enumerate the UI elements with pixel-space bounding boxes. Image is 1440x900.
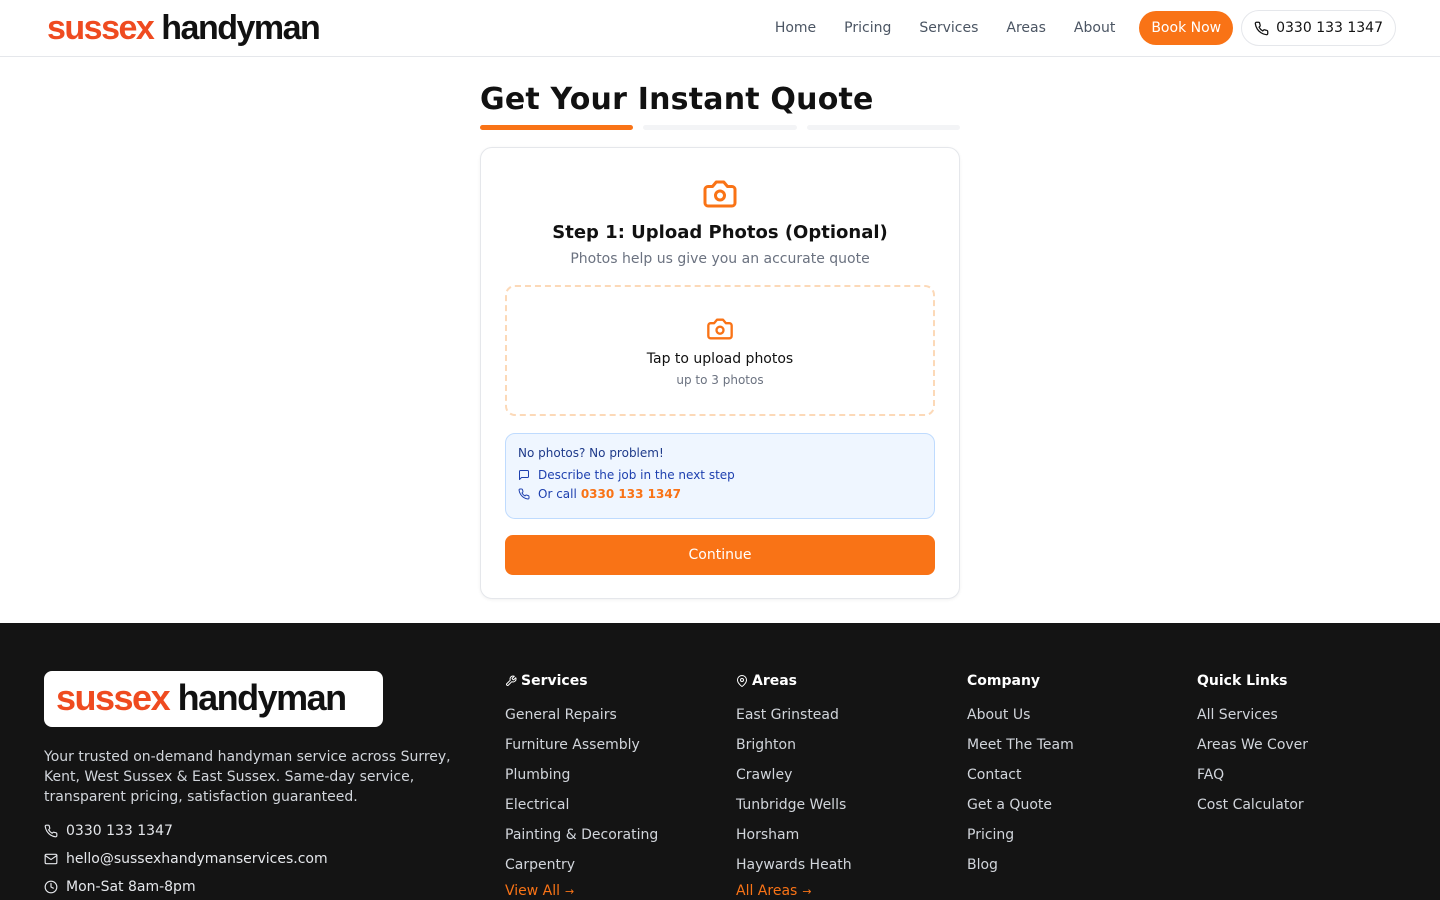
footer-logo-word-handyman: handyman <box>177 677 348 718</box>
footer-col-areas: Areas East Grinstead Brighton Crawley Tu… <box>736 673 852 899</box>
footer-company-link[interactable]: Meet The Team <box>967 737 1074 767</box>
footer-email-text: hello@sussexhandymanservices.com <box>66 851 328 867</box>
footer-col-services: Services General Repairs Furniture Assem… <box>505 673 658 899</box>
nav-home[interactable]: Home <box>775 20 816 36</box>
footer-areas-list: East Grinstead Brighton Crawley Tunbridg… <box>736 707 852 887</box>
progress-step-3 <box>806 125 960 130</box>
camera-icon <box>703 180 737 208</box>
footer-quick-link[interactable]: Cost Calculator <box>1197 797 1308 827</box>
footer-logo[interactable]: sussex handyman <box>44 671 383 727</box>
footer-email[interactable]: hello@sussexhandymanservices.com <box>44 851 328 867</box>
logo-word-sussex: sussex <box>47 9 155 47</box>
footer-service-link[interactable]: Plumbing <box>505 767 658 797</box>
nav-pricing[interactable]: Pricing <box>844 20 891 36</box>
footer-logo-word-sussex: sussex <box>56 677 171 718</box>
phone-icon <box>1254 21 1269 35</box>
footer-quick-links-list: All Services Areas We Cover FAQ Cost Cal… <box>1197 707 1308 827</box>
footer-hours: Mon-Sat 8am-8pm <box>44 879 196 895</box>
footer-service-link[interactable]: Electrical <box>505 797 658 827</box>
progress-bar <box>480 125 960 130</box>
footer-service-link[interactable]: Painting & Decorating <box>505 827 658 857</box>
footer-areas-title: Areas <box>736 673 852 689</box>
clock-icon <box>44 880 58 894</box>
upload-label: Tap to upload photos <box>646 350 794 367</box>
footer-area-link[interactable]: Tunbridge Wells <box>736 797 852 827</box>
upload-camera-icon <box>707 318 733 339</box>
book-now-button[interactable]: Book Now <box>1139 11 1234 45</box>
footer-company-link[interactable]: Contact <box>967 767 1074 797</box>
footer-company-link[interactable]: Get a Quote <box>967 797 1074 827</box>
nav-services[interactable]: Services <box>919 20 978 36</box>
progress-step-2 <box>643 125 797 130</box>
footer-quick-link[interactable]: All Services <box>1197 707 1308 737</box>
photo-upload-dropzone[interactable]: Tap to upload photos up to 3 photos <box>505 285 935 416</box>
phone-icon <box>44 824 58 838</box>
footer-service-link[interactable]: Furniture Assembly <box>505 737 658 767</box>
info-call-row: Or call 0330 133 1347 <box>518 487 922 501</box>
footer-col-quick-links: Quick Links All Services Areas We Cover … <box>1197 673 1308 827</box>
footer-phone-text: 0330 133 1347 <box>66 823 173 839</box>
step-subtitle: Photos help us give you an accurate quot… <box>570 251 870 267</box>
footer-area-link[interactable]: Brighton <box>736 737 852 767</box>
footer-view-all-services-link[interactable]: View All → <box>505 883 658 899</box>
quote-section: Get Your Instant Quote Step 1: Upload Ph… <box>480 57 960 599</box>
message-square-icon <box>519 470 529 480</box>
info-describe-row: Describe the job in the next step <box>518 468 922 482</box>
page-title: Get Your Instant Quote <box>480 82 874 117</box>
quote-card: Step 1: Upload Photos (Optional) Photos … <box>480 147 960 599</box>
arrow-right-icon: → <box>565 884 575 898</box>
footer-view-all-text: View All <box>505 883 561 899</box>
phone-icon <box>518 488 530 500</box>
footer-areas-title-text: Areas <box>752 673 798 689</box>
footer-quick-link[interactable]: Areas We Cover <box>1197 737 1308 767</box>
footer-company-link[interactable]: Blog <box>967 857 1074 887</box>
footer-area-link[interactable]: East Grinstead <box>736 707 852 737</box>
footer-quick-links-title: Quick Links <box>1197 673 1288 689</box>
info-title: No photos? No problem! <box>518 446 664 460</box>
footer-services-title: Services <box>505 673 658 689</box>
site-footer: sussex handyman Your trusted on-demand h… <box>0 623 1440 900</box>
mail-icon <box>44 853 58 865</box>
continue-button[interactable]: Continue <box>505 535 935 575</box>
header-phone-button[interactable]: 0330 133 1347 <box>1241 10 1396 46</box>
footer-area-link[interactable]: Horsham <box>736 827 852 857</box>
footer-company-link[interactable]: About Us <box>967 707 1074 737</box>
footer-all-areas-link[interactable]: All Areas → <box>736 883 852 899</box>
card-camera-icon-wrap <box>505 176 935 212</box>
header-phone-label: 0330 133 1347 <box>1276 20 1383 36</box>
footer-company-title: Company <box>967 673 1041 689</box>
info-describe-text: Describe the job in the next step <box>538 468 735 482</box>
no-photos-info-box: No photos? No problem! Describe the job … <box>505 433 935 519</box>
nav-about[interactable]: About <box>1074 20 1115 36</box>
footer-quick-link[interactable]: FAQ <box>1197 767 1308 797</box>
wrench-icon <box>506 675 517 686</box>
footer-services-title-text: Services <box>521 673 588 689</box>
footer-col-company: Company About Us Meet The Team Contact G… <box>967 673 1074 887</box>
footer-description: Your trusted on-demand handyman service … <box>44 749 451 805</box>
site-header: sussex handyman Home Pricing Services Ar… <box>0 0 1440 57</box>
step-title: Step 1: Upload Photos (Optional) <box>552 222 888 243</box>
footer-company-list: About Us Meet The Team Contact Get a Quo… <box>967 707 1074 887</box>
info-call-prefix: Or call <box>538 487 577 501</box>
progress-step-1 <box>480 125 634 130</box>
arrow-right-icon: → <box>802 884 812 898</box>
site-logo[interactable]: sussex handyman <box>47 8 321 48</box>
footer-service-link[interactable]: General Repairs <box>505 707 658 737</box>
map-pin-icon <box>737 675 747 687</box>
info-call-number-link[interactable]: 0330 133 1347 <box>581 487 681 501</box>
logo-word-handyman: handyman <box>161 9 321 47</box>
main-nav: Home Pricing Services Areas About Book N… <box>775 10 1396 46</box>
upload-hint: up to 3 photos <box>676 372 764 387</box>
footer-company-link[interactable]: Pricing <box>967 827 1074 857</box>
footer-services-list: General Repairs Furniture Assembly Plumb… <box>505 707 658 887</box>
footer-all-areas-text: All Areas <box>736 883 798 899</box>
footer-phone[interactable]: 0330 133 1347 <box>44 823 173 839</box>
footer-area-link[interactable]: Crawley <box>736 767 852 797</box>
footer-logo-text: sussex handyman <box>56 677 348 719</box>
nav-areas[interactable]: Areas <box>1006 20 1046 36</box>
footer-hours-text: Mon-Sat 8am-8pm <box>66 879 196 895</box>
